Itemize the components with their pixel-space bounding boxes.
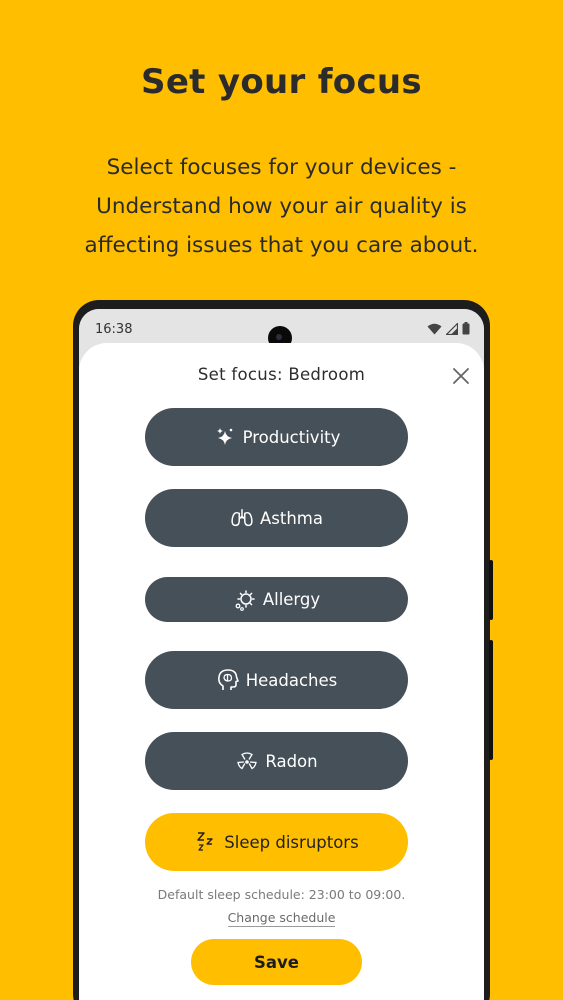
sparkle-icon (213, 425, 237, 449)
subtitle-line: Understand how your air quality is (96, 194, 467, 219)
close-icon (453, 368, 469, 384)
change-schedule-link[interactable]: Change schedule (227, 910, 336, 927)
focus-option-headaches[interactable]: Headaches (145, 651, 408, 709)
battery-icon (462, 322, 470, 335)
focus-option-allergy[interactable]: Allergy (145, 577, 408, 622)
change-schedule-row: Change schedule (79, 909, 484, 927)
radiation-icon (235, 749, 259, 773)
focus-option-label: Radon (265, 751, 318, 771)
focus-option-productivity[interactable]: Productivity (145, 408, 408, 466)
subtitle-line: Select focuses for your devices - (106, 155, 457, 180)
status-time: 16:38 (95, 322, 133, 337)
head-brain-icon (216, 668, 240, 692)
focus-option-label: Productivity (242, 427, 341, 447)
lungs-icon (230, 506, 254, 530)
focus-option-radon[interactable]: Radon (145, 732, 408, 790)
focus-option-label: Allergy (262, 590, 321, 609)
focus-option-label: Sleep disruptors (224, 832, 359, 852)
subtitle-line: affecting issues that you care about. (84, 233, 479, 258)
headline: Set your focus (141, 62, 422, 102)
status-icons (427, 322, 470, 335)
phone-side-button (489, 560, 493, 620)
close-button[interactable] (448, 363, 474, 389)
focus-option-label: Headaches (245, 670, 338, 690)
sleep-schedule-text: Default sleep schedule: 23:00 to 09:00. (157, 887, 406, 902)
phone-side-button (489, 640, 493, 760)
save-button[interactable]: Save (191, 939, 362, 985)
allergen-icon (233, 588, 257, 612)
sheet-title: Set focus: Bedroom (197, 365, 366, 384)
subtitle: Select focuses for your devices - Unders… (40, 148, 523, 265)
sleep-zzz-icon (194, 830, 218, 854)
wifi-icon (427, 323, 442, 334)
focus-option-asthma[interactable]: Asthma (145, 489, 408, 547)
focus-bottom-sheet: Set focus: Bedroom Productivity Asthma A… (79, 343, 484, 1000)
phone-screen: 16:38 Set focus: Bedroom Productivity As… (79, 309, 484, 1000)
phone-frame: 16:38 Set focus: Bedroom Productivity As… (73, 300, 493, 1000)
focus-option-label: Asthma (260, 508, 323, 528)
signal-icon (446, 322, 458, 335)
status-bar: 16:38 (79, 309, 484, 350)
focus-option-sleep-disruptors[interactable]: Sleep disruptors (145, 813, 408, 871)
